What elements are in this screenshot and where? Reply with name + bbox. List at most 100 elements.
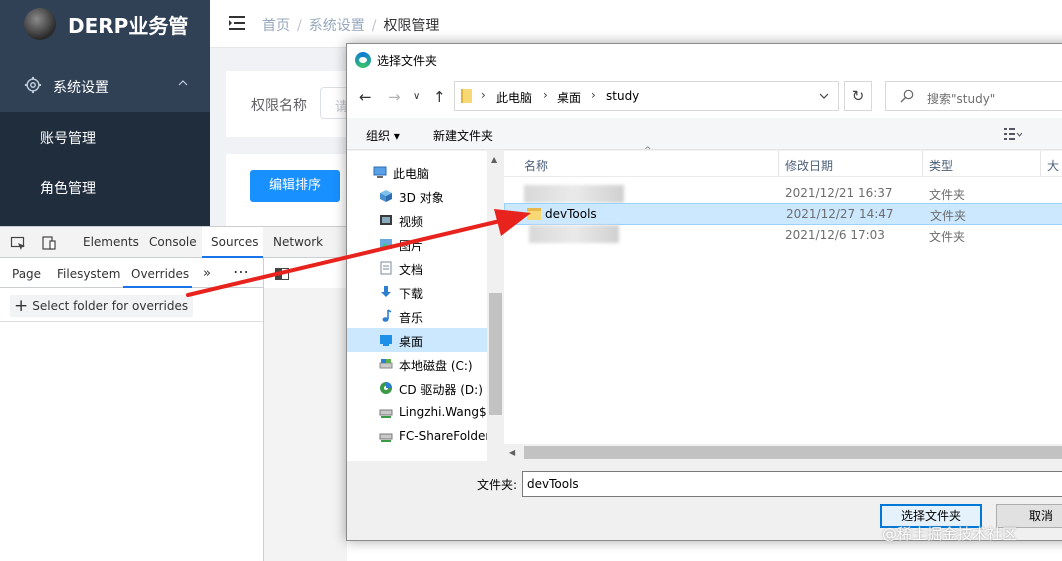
- tab-console[interactable]: Console: [149, 235, 197, 249]
- edit-sort-button[interactable]: 编辑排序: [250, 170, 340, 202]
- file-list-pane: ^ 名称 修改日期 类型 大 2021/12/21 16:37 文件夹 devT…: [504, 146, 1062, 461]
- nav-tree-item[interactable]: 此电脑: [347, 160, 487, 184]
- column-divider[interactable]: [1040, 151, 1041, 177]
- folder-name-input[interactable]: devTools: [522, 471, 1062, 497]
- column-name[interactable]: 名称: [524, 157, 548, 174]
- nav-tree-item[interactable]: 3D 对象: [347, 184, 487, 208]
- column-divider[interactable]: [778, 151, 779, 177]
- column-type[interactable]: 类型: [929, 157, 953, 174]
- nav-tree-item[interactable]: 本地磁盘 (C:): [347, 352, 487, 376]
- recent-locations-icon[interactable]: ∨: [413, 91, 420, 102]
- network-drive-icon: [379, 409, 393, 418]
- folder-icon: [461, 89, 472, 103]
- chevron-right-icon[interactable]: ›: [591, 88, 596, 102]
- search-input[interactable]: 搜索"study": [885, 81, 1062, 111]
- nav-tree-item-label: 文档: [399, 263, 424, 277]
- menu-system-settings[interactable]: 系统设置: [0, 64, 210, 110]
- nav-tree-item[interactable]: CD 驱动器 (D:): [347, 376, 487, 400]
- submenu-item-account[interactable]: 账号管理: [40, 128, 96, 148]
- tab-sources[interactable]: Sources: [202, 227, 263, 258]
- back-arrow-icon[interactable]: ←: [359, 88, 372, 106]
- file-date: 2021/12/21 16:37: [785, 186, 893, 200]
- nav-tree-item-label: 3D 对象: [399, 191, 444, 205]
- select-folder-label: Select folder for overrides: [32, 299, 189, 313]
- chevron-right-icon[interactable]: ›: [481, 88, 486, 102]
- scroll-up-icon[interactable]: ▲: [491, 155, 497, 164]
- tab-elements[interactable]: Elements: [83, 235, 139, 249]
- select-folder-for-overrides-button[interactable]: + Select folder for overrides: [10, 295, 194, 317]
- divider: [0, 321, 264, 322]
- hamburger-icon[interactable]: [229, 16, 245, 30]
- file-row[interactable]: 2021/12/6 17:03 文件夹: [504, 225, 1062, 247]
- chevron-right-icon[interactable]: ›: [543, 88, 548, 102]
- 3d-objects-icon: [380, 190, 392, 202]
- horizontal-scrollbar[interactable]: ◀: [504, 444, 1062, 461]
- more-options-icon[interactable]: ⋯: [233, 262, 250, 281]
- nav-tree-item-label: 视频: [399, 215, 424, 229]
- more-tabs-icon[interactable]: »: [203, 266, 211, 281]
- navigation-pane: 此电脑 3D 对象视频图片文档下载音乐桌面本地磁盘 (C:) CD 驱动器 (D:)…: [347, 151, 504, 461]
- nav-tree-item[interactable]: 下载: [347, 280, 487, 304]
- address-bar[interactable]: › 此电脑 › 桌面 › study: [454, 81, 839, 111]
- column-header: ^ 名称 修改日期 类型 大: [504, 146, 1062, 177]
- scroll-left-icon[interactable]: ◀: [509, 448, 515, 457]
- file-row[interactable]: 2021/12/21 16:37 文件夹: [504, 183, 1062, 205]
- file-type: 文件夹: [929, 188, 966, 202]
- app-sidebar: DERP业务管 系统设置 账号管理 角色管理: [0, 0, 210, 226]
- toggle-sidebar-icon[interactable]: [275, 268, 289, 280]
- sources-subtabbar: Page Filesystem Overrides » ⋯: [0, 258, 264, 288]
- scrollbar-thumb[interactable]: [489, 293, 502, 415]
- dialog-toolbar: 组织 ▾ 新建文件夹: [347, 118, 1062, 150]
- breadcrumb-separator: /: [297, 18, 302, 34]
- view-options-icon[interactable]: [1004, 128, 1022, 140]
- file-date: 2021/12/6 17:03: [785, 228, 885, 242]
- dialog-titlebar: 选择文件夹: [347, 44, 1062, 74]
- folder-icon: [527, 208, 541, 220]
- refresh-icon[interactable]: ↻: [844, 81, 872, 111]
- address-crumb-desktop[interactable]: 桌面: [557, 89, 581, 106]
- nav-tree-item-label: FC-ShareFolder: [399, 429, 491, 443]
- subtab-overrides[interactable]: Overrides: [131, 267, 189, 281]
- computer-icon: [373, 166, 387, 178]
- network-drive-icon: [379, 433, 393, 442]
- forward-arrow-icon[interactable]: →: [388, 88, 401, 106]
- nav-tree-item[interactable]: 视频: [347, 208, 487, 232]
- tab-network[interactable]: Network: [273, 235, 323, 249]
- inspect-element-icon[interactable]: [10, 235, 26, 251]
- nav-tree-item-label: 桌面: [399, 335, 424, 349]
- nav-tree-item[interactable]: 文档: [347, 256, 487, 280]
- device-toolbar-icon[interactable]: [41, 235, 57, 251]
- nav-tree-item-label: 音乐: [399, 311, 424, 325]
- nav-tree-item[interactable]: 音乐: [347, 304, 487, 328]
- new-folder-button[interactable]: 新建文件夹: [433, 127, 493, 144]
- redacted-filename: [529, 225, 619, 243]
- address-crumb-pc[interactable]: 此电脑: [496, 89, 532, 106]
- folder-field-label: 文件夹:: [477, 478, 518, 492]
- file-row-devtools[interactable]: devTools 2021/12/27 14:47 文件夹: [504, 203, 1062, 225]
- organize-button[interactable]: 组织 ▾: [366, 127, 400, 144]
- breadcrumb-system-settings[interactable]: 系统设置: [309, 18, 365, 34]
- nav-tree-item[interactable]: 桌面: [347, 328, 487, 352]
- scrollbar-thumb[interactable]: [524, 446, 1062, 459]
- column-divider[interactable]: [922, 151, 923, 177]
- column-modified-date[interactable]: 修改日期: [785, 157, 833, 174]
- subtab-filesystem[interactable]: Filesystem: [57, 267, 120, 281]
- dialog-title: 选择文件夹: [377, 54, 438, 68]
- submenu-item-role[interactable]: 角色管理: [40, 178, 96, 198]
- up-arrow-icon[interactable]: ↑: [433, 88, 446, 106]
- permission-name-label: 权限名称: [251, 98, 307, 114]
- dialog-navbar: ← → ∨ ↑ › 此电脑 › 桌面 › study ↻ 搜索"study": [347, 74, 1062, 118]
- nav-tree-item[interactable]: FC-ShareFolder: [347, 424, 491, 448]
- submenu: 账号管理 角色管理: [0, 112, 210, 226]
- column-size[interactable]: 大: [1047, 157, 1059, 174]
- search-icon: [900, 89, 914, 103]
- chevron-up-icon: [178, 80, 188, 86]
- nav-tree-item[interactable]: 图片: [347, 232, 487, 256]
- subtab-page[interactable]: Page: [12, 267, 41, 281]
- chevron-down-icon[interactable]: [819, 91, 829, 101]
- breadcrumb: 首页 / 系统设置 / 权限管理: [262, 15, 439, 35]
- nav-tree-item[interactable]: Lingzhi.Wang$: [347, 400, 487, 424]
- address-crumb-study[interactable]: study: [606, 89, 639, 103]
- breadcrumb-home[interactable]: 首页: [262, 18, 290, 34]
- vertical-scrollbar[interactable]: ▲: [487, 151, 504, 461]
